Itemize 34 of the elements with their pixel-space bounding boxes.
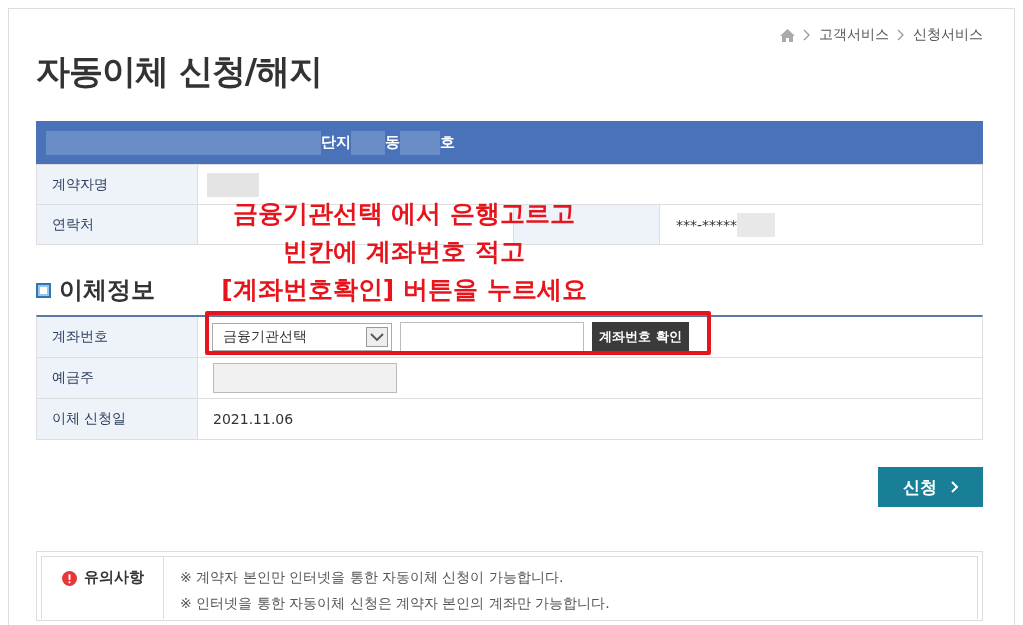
application-date: 2021.11.06 — [213, 411, 294, 427]
unit-text: 동 — [385, 133, 400, 152]
breadcrumb-item[interactable]: 고객서비스 — [819, 26, 889, 44]
field-label: 예금주 — [37, 358, 198, 398]
home-icon[interactable] — [780, 28, 795, 42]
annotation-text: 빈칸에 계좌번호 적고 — [282, 236, 526, 268]
dropdown-icon — [366, 327, 388, 347]
field-label: 계약자명 — [37, 165, 198, 204]
phone-number: ***-***** — [676, 216, 738, 233]
chevron-icon — [803, 29, 811, 41]
bank-select[interactable]: 금융기관선택 — [212, 323, 392, 351]
annotation-text: [계좌번호확인] 버튼을 누르세요 — [221, 274, 587, 306]
redacted-text — [207, 172, 259, 197]
breadcrumb-item[interactable]: 신청서비스 — [913, 26, 983, 44]
chevron-icon — [897, 29, 905, 41]
confirm-account-button[interactable]: 계좌번호 확인 — [592, 322, 689, 352]
field-label: 계좌번호 — [37, 317, 198, 357]
section-heading: 이체정보 — [59, 275, 155, 306]
unit-text: 단지 — [321, 133, 351, 152]
notice-heading: 유의사항 — [83, 568, 144, 587]
unit-text: 호 — [440, 133, 455, 152]
field-label: 이체 신청일 — [37, 399, 198, 439]
account-number-field[interactable] — [400, 322, 584, 352]
section-square-icon — [36, 282, 51, 298]
warning-icon — [61, 571, 77, 586]
submit-button[interactable]: 신청 — [878, 467, 983, 507]
page-title: 자동이체 신청/해지 — [36, 50, 324, 93]
notice-text: ※ 계약자 본인만 인터넷을 통한 자동이체 신청이 가능합니다. — [180, 568, 565, 586]
annotation-text: 금융기관선택 에서 은행고르고 — [232, 198, 576, 230]
chevron-icon — [950, 481, 959, 493]
redacted-text — [400, 130, 440, 155]
redacted-text — [351, 130, 385, 155]
notice-text: ※ 인터넷을 통한 자동이체 신청은 계약자 본인의 계좌만 가능합니다. — [180, 594, 610, 612]
field-label: 연락처 — [37, 205, 198, 244]
